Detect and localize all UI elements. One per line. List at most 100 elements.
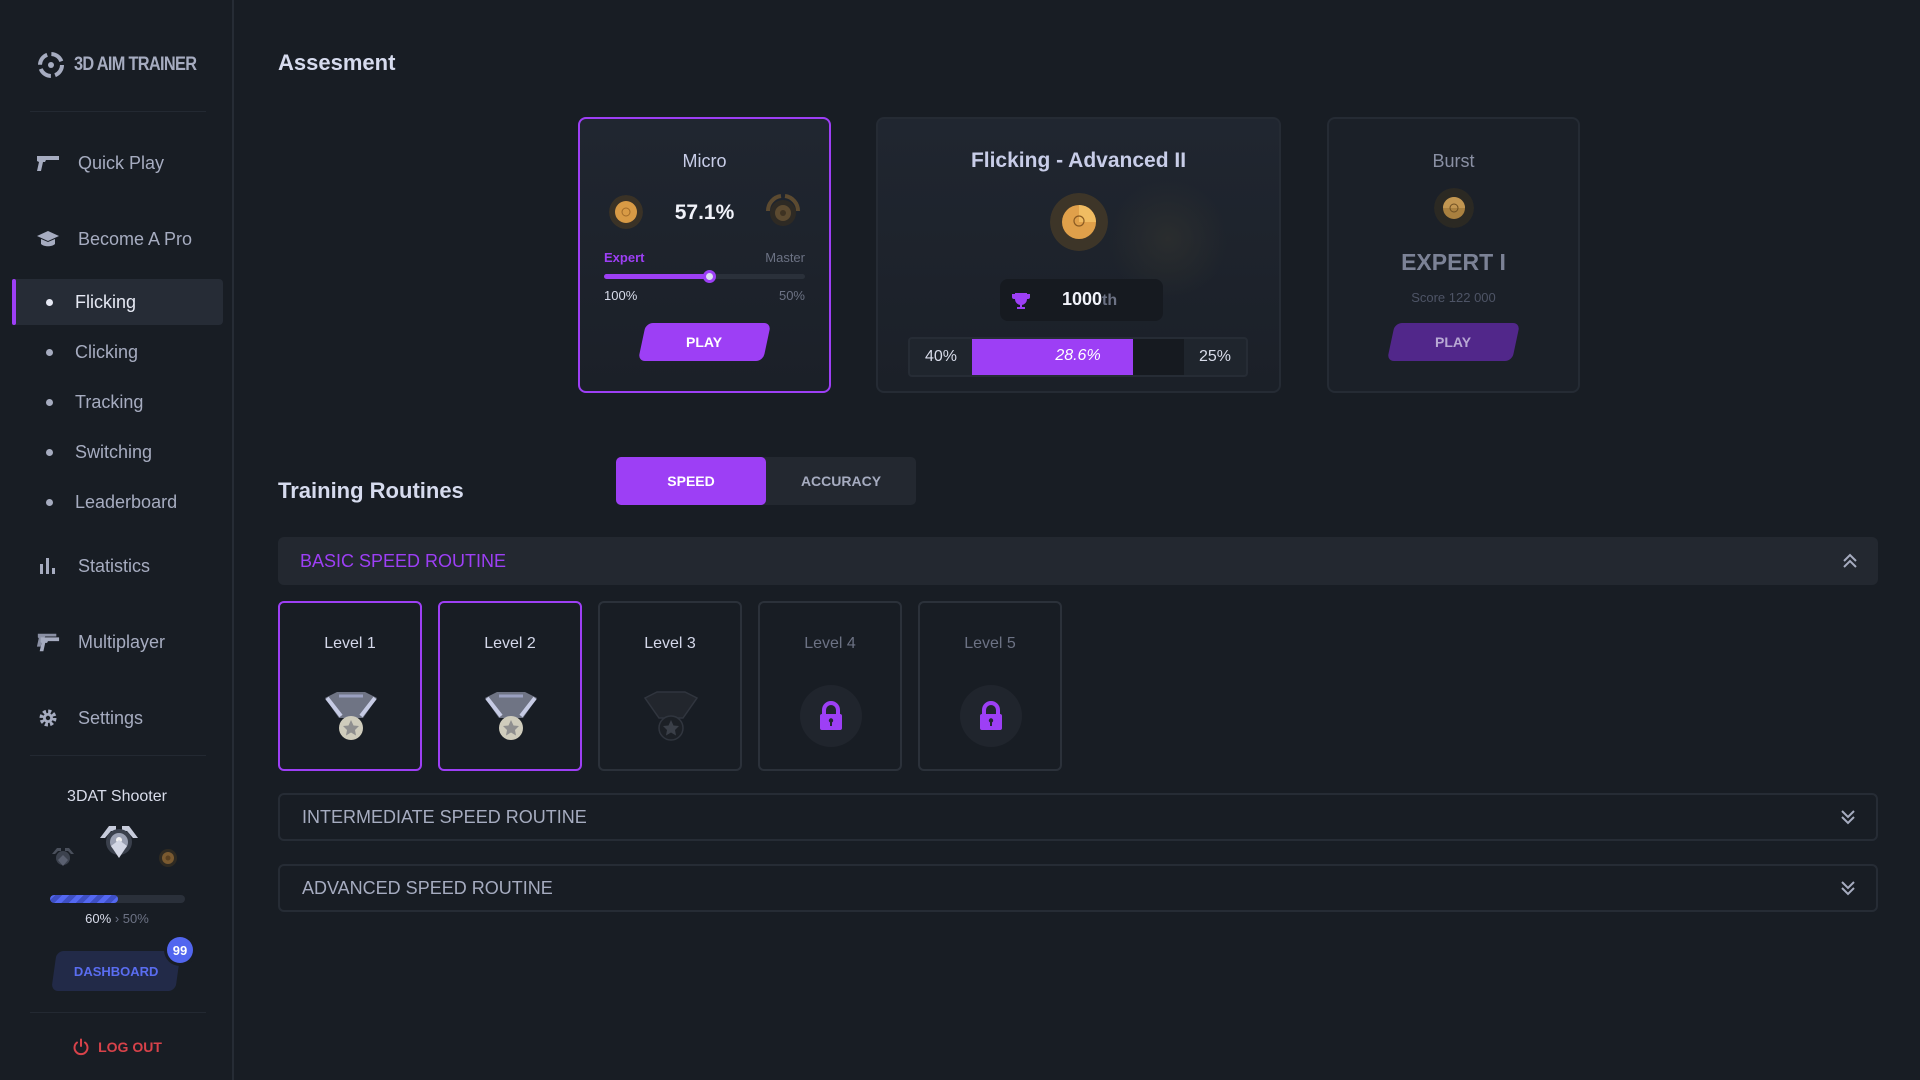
- leaderboard-rank: 1000th: [1000, 279, 1163, 321]
- app-logo[interactable]: 3D AIM TRAINER: [36, 50, 216, 80]
- burst-score: Score 122 000: [1411, 290, 1496, 305]
- card-title: Burst: [1432, 151, 1475, 171]
- next-rank-badge-icon: [159, 849, 177, 867]
- assessment-card-flicking[interactable]: Flicking - Advanced II 1000th 40% 28.6% …: [876, 117, 1281, 393]
- level-card-4[interactable]: Level 4: [758, 601, 902, 771]
- level-card-5[interactable]: Level 5: [918, 601, 1062, 771]
- percentile-track: 28.6%: [972, 339, 1184, 375]
- bar-chart-icon: [36, 554, 60, 578]
- training-routines-title: Training Routines: [278, 478, 464, 503]
- play-label: PLAY: [686, 334, 723, 350]
- sidebar-item-label: Multiplayer: [78, 631, 166, 652]
- tab-accuracy[interactable]: ACCURACY: [766, 457, 916, 505]
- dark-medal-icon: [640, 685, 702, 747]
- routine-advanced-speed[interactable]: ADVANCED SPEED ROUTINE: [278, 864, 1878, 912]
- tier-progress-thumb[interactable]: [702, 270, 716, 283]
- lock-icon: [960, 685, 1022, 747]
- sidebar-subitem-clicking[interactable]: Clicking: [12, 329, 223, 375]
- level-card-1[interactable]: Level 1: [278, 601, 422, 771]
- sidebar-divider: [30, 111, 206, 112]
- logout-button[interactable]: LOG OUT: [0, 1038, 234, 1056]
- level-title: Level 5: [964, 635, 1016, 652]
- sidebar-item-become-a-pro[interactable]: Become A Pro: [36, 227, 192, 251]
- burst-tier: EXPERT I: [1401, 249, 1506, 275]
- xp-next: 50%: [122, 911, 149, 926]
- silver-medal-icon: [480, 685, 542, 747]
- bullet-icon: [46, 398, 53, 406]
- routine-type-toggle: SPEED ACCURACY: [616, 457, 916, 505]
- sidebar-subitem-flicking[interactable]: Flicking: [12, 279, 223, 325]
- assessment-card-micro[interactable]: Micro 57.1% Expert Master 100% 50% PLAY: [578, 117, 831, 393]
- rank-number: 1000: [1062, 289, 1103, 309]
- sidebar-subitem-label: Clicking: [75, 341, 139, 362]
- sidebar-subitem-label: Flicking: [75, 291, 137, 312]
- sidebar-item-quick-play[interactable]: Quick Play: [36, 151, 164, 175]
- routine-basic-speed[interactable]: BASIC SPEED ROUTINE: [278, 537, 1878, 585]
- xp-progress-bar: [50, 895, 185, 903]
- xp-separator: ›: [114, 911, 120, 926]
- tab-speed[interactable]: SPEED: [616, 457, 766, 505]
- level-card-2[interactable]: Level 2: [438, 601, 582, 771]
- sidebar-item-label: Settings: [78, 707, 144, 728]
- sidebar-subitem-switching[interactable]: Switching: [12, 429, 223, 475]
- advanced-medal-icon: [1050, 193, 1108, 251]
- assessment-card-burst[interactable]: Burst EXPERT I Score 122 000 PLAY: [1327, 117, 1580, 393]
- percentile-right: 25%: [1198, 348, 1232, 365]
- card-title: Flicking - Advanced II: [970, 149, 1187, 172]
- xp-progress-fill: [50, 895, 118, 903]
- rank-badges: [46, 818, 186, 868]
- chevron-double-down-icon: [1841, 881, 1855, 896]
- crosshair-logo-icon: [38, 52, 64, 78]
- next-tier-value: 50%: [778, 288, 805, 303]
- percentile-left: 40%: [924, 348, 958, 365]
- current-tier-label: Expert: [604, 250, 645, 265]
- xp-text: 60% › 50%: [0, 911, 234, 926]
- sidebar-subitem-label: Switching: [75, 441, 153, 462]
- level-card-3[interactable]: Level 3: [598, 601, 742, 771]
- micro-play-button[interactable]: PLAY: [637, 323, 772, 361]
- tier-progress-fill: [604, 274, 709, 279]
- burst-play-button[interactable]: PLAY: [1386, 323, 1521, 361]
- sidebar-subitem-leaderboard[interactable]: Leaderboard: [12, 479, 223, 525]
- expert-medal-icon: [1434, 188, 1474, 228]
- percentile-current: 28.6%: [1055, 347, 1101, 364]
- notification-badge: 99: [167, 937, 193, 963]
- rank-value: 1000th: [1062, 289, 1117, 310]
- bullet-icon: [46, 348, 53, 356]
- routine-title: ADVANCED SPEED ROUTINE: [302, 877, 553, 898]
- levels-list: Level 1 Level 2 Level 3 Level 4 Level 5: [278, 601, 1062, 771]
- sidebar-divider: [30, 755, 206, 756]
- tier-progress-slider[interactable]: [604, 270, 805, 283]
- sidebar-item-label: Quick Play: [78, 152, 165, 173]
- gear-icon: [36, 706, 60, 730]
- level-title: Level 3: [644, 635, 696, 652]
- sidebar-subitem-tracking[interactable]: Tracking: [12, 379, 223, 425]
- chevron-double-up-icon: [1843, 553, 1857, 568]
- sidebar-item-multiplayer[interactable]: Multiplayer: [36, 630, 165, 654]
- routine-intermediate-speed[interactable]: INTERMEDIATE SPEED ROUTINE: [278, 793, 1878, 841]
- tier-labels: Expert Master: [604, 250, 805, 265]
- card-title: Micro: [682, 151, 727, 171]
- next-tier-label: Master: [765, 250, 805, 265]
- sidebar-item-settings[interactable]: Settings: [36, 706, 143, 730]
- profile-name: 3DAT Shooter: [67, 788, 167, 805]
- sidebar-item-statistics[interactable]: Statistics: [36, 554, 150, 578]
- sidebar-item-label: Statistics: [78, 555, 151, 576]
- sidebar-item-label: Become A Pro: [78, 228, 193, 249]
- previous-rank-badge-icon: [52, 848, 74, 866]
- assessment-title: Assesment: [278, 50, 396, 75]
- routine-title: INTERMEDIATE SPEED ROUTINE: [302, 806, 587, 827]
- percentile-bar: 40% 28.6% 25%: [908, 337, 1248, 377]
- master-medal-icon: [765, 194, 801, 226]
- dashboard-button[interactable]: DASHBOARD: [51, 951, 181, 991]
- tier-values: 100% 50%: [604, 288, 805, 303]
- level-title: Level 4: [804, 635, 856, 652]
- dashboard-button-label: DASHBOARD: [73, 963, 159, 979]
- level-title: Level 2: [484, 635, 536, 652]
- bullet-icon: [46, 298, 53, 306]
- graduation-cap-icon: [36, 227, 60, 251]
- trophy-icon: [1012, 293, 1030, 309]
- bullet-icon: [46, 448, 53, 456]
- dual-pistols-icon: [36, 630, 60, 654]
- sidebar-subitem-label: Leaderboard: [75, 491, 178, 512]
